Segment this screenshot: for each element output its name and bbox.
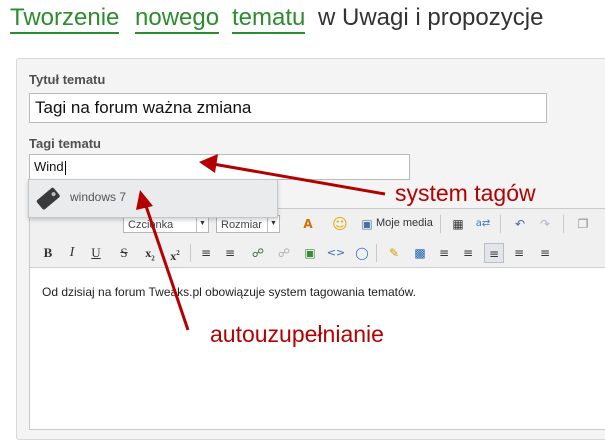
arrow-to-suggestion <box>144 205 190 331</box>
annotation-tags-system: system tagów <box>395 180 536 206</box>
arrow-to-tags-input <box>212 162 386 196</box>
arrowhead-tags-input <box>199 154 218 173</box>
annotation-autocomplete: autouzupełnianie <box>210 321 384 347</box>
arrowhead-suggestion <box>136 190 153 210</box>
annotation-arrows <box>136 154 386 331</box>
